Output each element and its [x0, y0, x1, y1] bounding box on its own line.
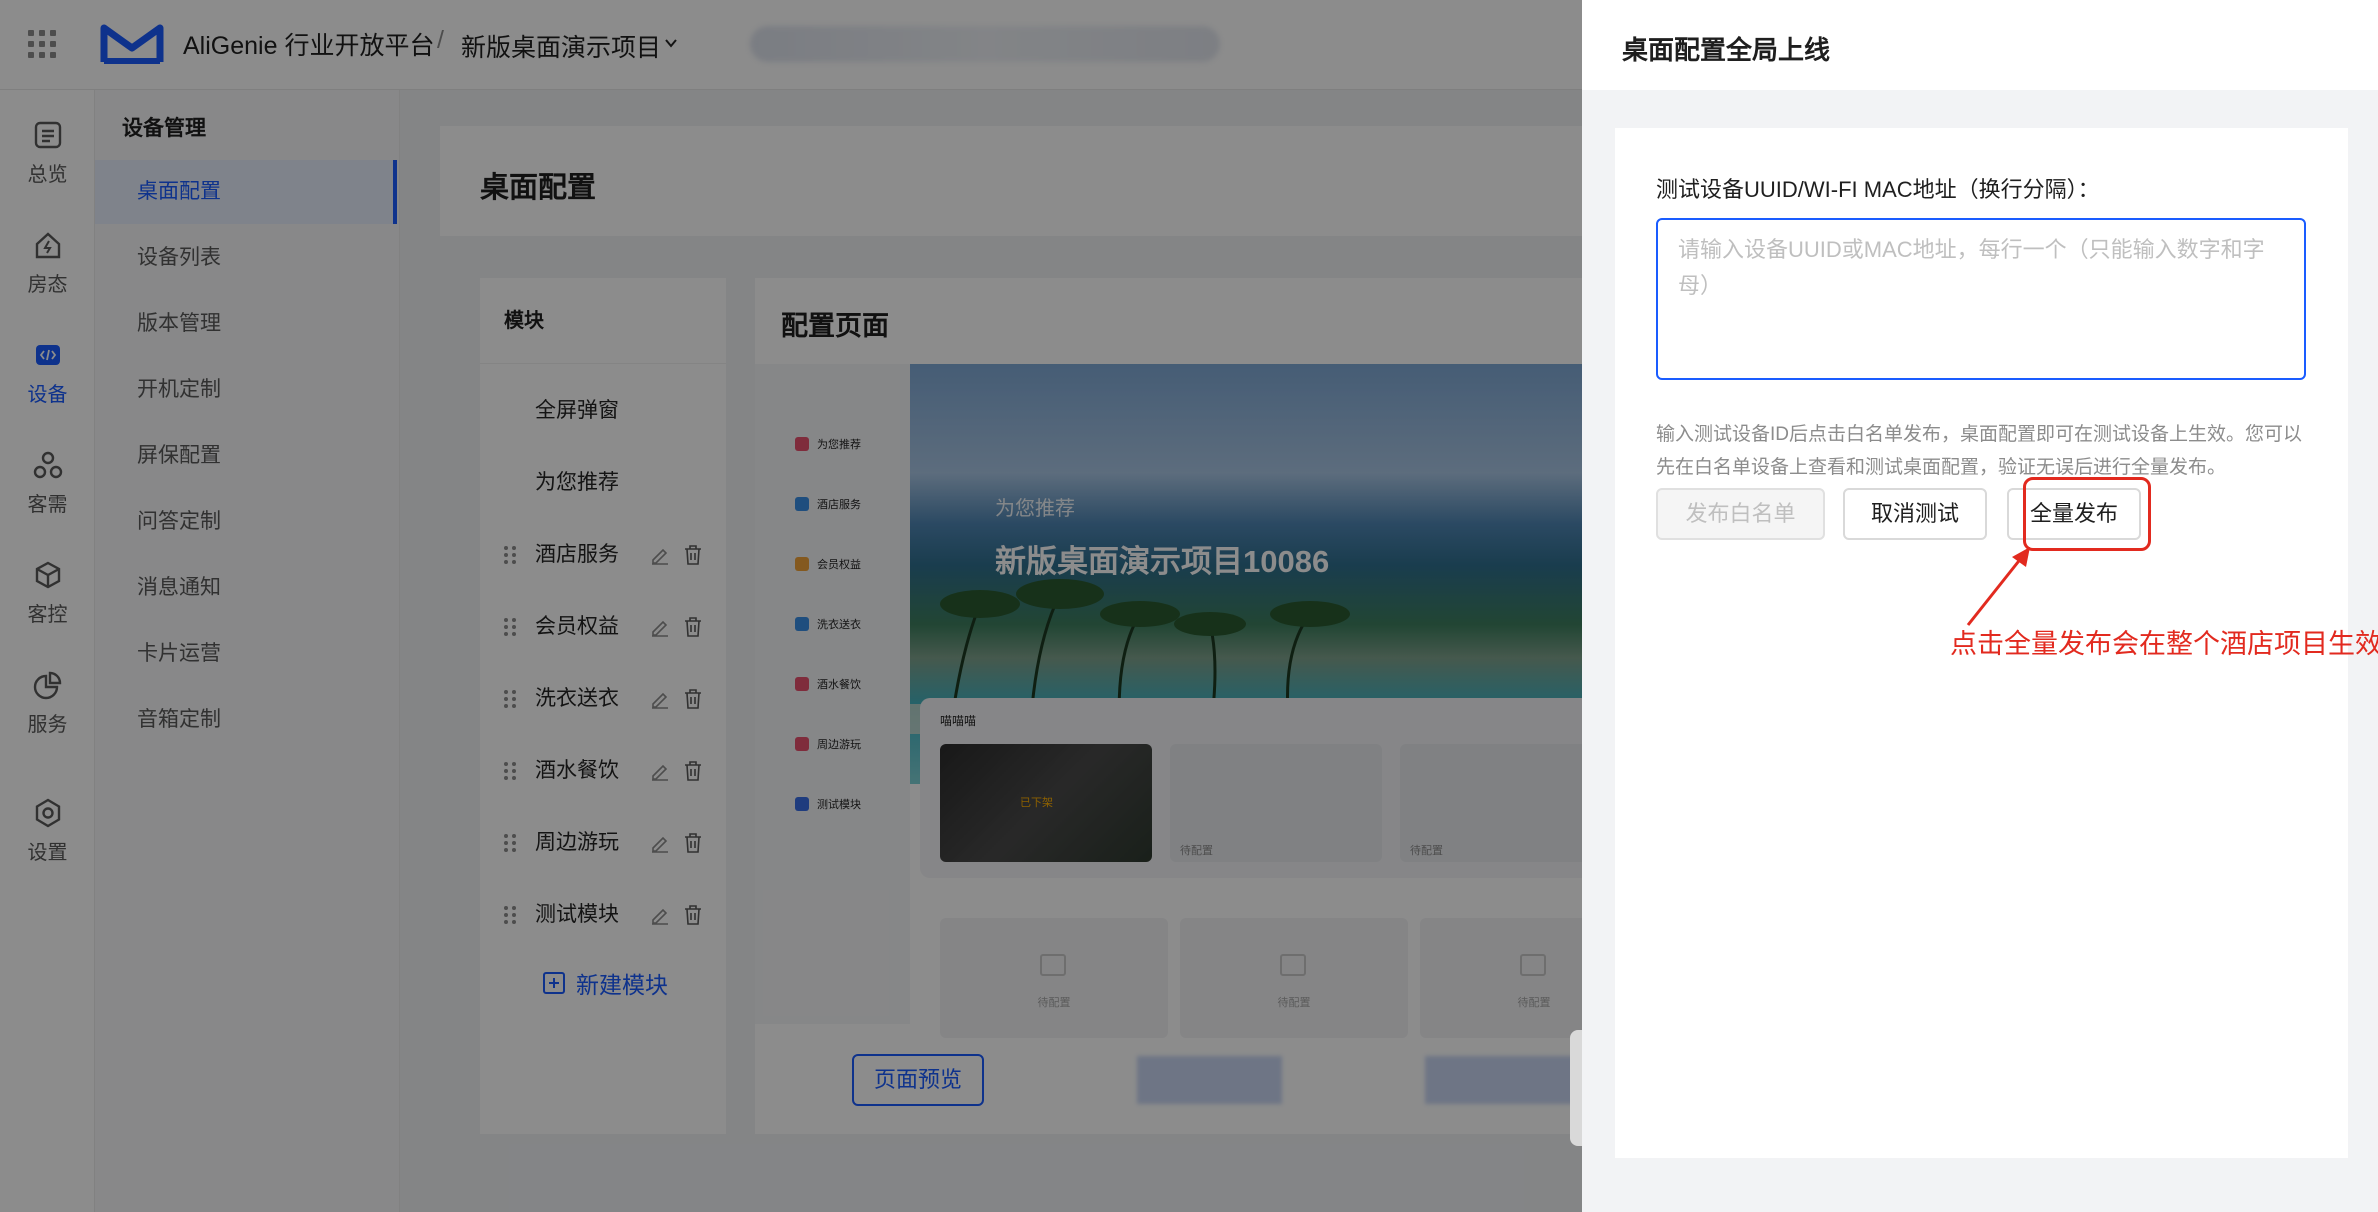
help-text: 输入测试设备ID后点击白名单发布，桌面配置即可在测试设备上生效。您可以先在白名单…: [1656, 424, 2303, 478]
cancel-test-button[interactable]: 取消测试: [1843, 488, 1987, 540]
drawer-header: 桌面配置全局上线: [1582, 0, 2378, 90]
modal-mask[interactable]: [0, 0, 1582, 1212]
drawer-title: 桌面配置全局上线: [1622, 35, 1831, 65]
annotation-arrow-icon: [1966, 547, 2030, 626]
publish-whitelist-button[interactable]: 发布白名单: [1656, 488, 1825, 540]
uuid-field-label: 测试设备UUID/WI-FI MAC地址（换行分隔）：: [1656, 177, 2100, 202]
uuid-input[interactable]: [1656, 218, 2306, 380]
annotation-highlight-box: [2023, 477, 2151, 551]
annotation-text: 点击全量发布会在整个酒店项目生效: [1950, 629, 2378, 659]
